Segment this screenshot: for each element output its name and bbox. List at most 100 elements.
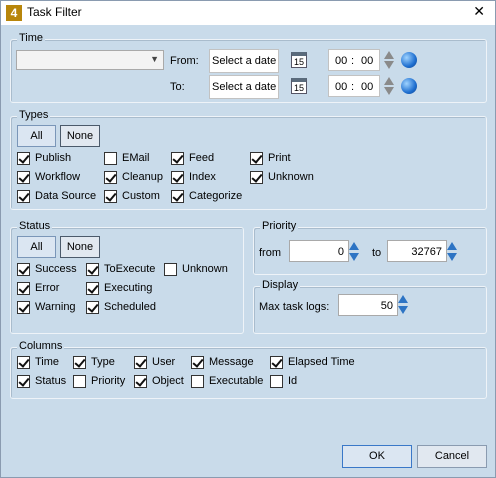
- task-filter-dialog: 4 Task Filter ✕ Time ▼ From: Select a da…: [0, 0, 496, 478]
- checkbox-label: Scheduled: [104, 301, 156, 313]
- to-hour[interactable]: 00: [335, 81, 347, 93]
- to-minute[interactable]: 00: [361, 81, 373, 93]
- status-group-label: Status: [17, 220, 53, 232]
- from-minute[interactable]: 00: [361, 55, 373, 67]
- types-all-button[interactable]: All: [17, 125, 56, 147]
- time-range-dropdown[interactable]: ▼: [16, 50, 164, 70]
- checkbox-square[interactable]: [171, 171, 184, 184]
- from-time-spinner[interactable]: [384, 49, 394, 71]
- checkbox-square[interactable]: [17, 356, 30, 369]
- from-calendar-icon[interactable]: 15: [291, 52, 307, 68]
- checkbox-label: Success: [35, 263, 77, 275]
- checkbox-square[interactable]: [134, 375, 147, 388]
- spinner-up-icon[interactable]: [349, 242, 359, 250]
- types-none-button[interactable]: None: [60, 125, 100, 147]
- spinner-down-icon[interactable]: [398, 306, 408, 314]
- checkbox-square[interactable]: [17, 190, 30, 203]
- checkbox-label: Custom: [122, 190, 160, 202]
- priority-to-field[interactable]: 32767: [387, 240, 447, 262]
- from-time-field[interactable]: 00 : 00: [328, 49, 380, 71]
- max-task-logs-label: Max task logs:: [259, 301, 330, 313]
- to-time-field[interactable]: 00 : 00: [328, 75, 380, 97]
- status-all-button[interactable]: All: [17, 236, 56, 258]
- spinner-down-icon[interactable]: [349, 253, 359, 261]
- spinner-down-icon[interactable]: [447, 253, 457, 261]
- spinner-up-icon[interactable]: [384, 77, 394, 85]
- ok-button[interactable]: OK: [342, 445, 412, 468]
- checkbox-square[interactable]: [171, 190, 184, 203]
- checkbox-label: User: [152, 356, 176, 368]
- checkbox-square[interactable]: [164, 263, 177, 276]
- display-group-label: Display: [260, 279, 301, 291]
- checkbox-square[interactable]: [191, 375, 204, 388]
- to-timezone-globe-icon[interactable]: [401, 78, 417, 94]
- checkbox-label: Priority: [91, 375, 126, 387]
- checkbox-square[interactable]: [17, 152, 30, 165]
- to-time-spinner[interactable]: [384, 75, 394, 97]
- app-logo-icon: 4: [6, 5, 22, 21]
- checkbox-label: Index: [189, 171, 216, 183]
- checkbox-label: Time: [35, 356, 60, 368]
- checkbox-label: ToExecute: [104, 263, 156, 275]
- priority-to-spinner[interactable]: [447, 242, 457, 262]
- checkbox-square[interactable]: [17, 263, 30, 276]
- spinner-up-icon[interactable]: [384, 51, 394, 59]
- checkbox-square[interactable]: [104, 190, 117, 203]
- priority-group-label: Priority: [260, 220, 299, 232]
- checkbox-square[interactable]: [134, 356, 147, 369]
- from-date-field[interactable]: Select a date: [209, 49, 279, 73]
- from-label: From:: [170, 55, 199, 67]
- checkbox-label: Unknown: [182, 263, 228, 275]
- priority-from-label: from: [259, 247, 281, 259]
- time-separator: :: [351, 81, 355, 93]
- checkbox-label: Data Source: [35, 190, 97, 202]
- checkbox-label: Print: [268, 152, 291, 164]
- spinner-down-icon[interactable]: [384, 61, 394, 69]
- checkbox-square[interactable]: [17, 301, 30, 314]
- checkbox-square[interactable]: [73, 356, 86, 369]
- checkbox-label: Error: [35, 282, 60, 294]
- checkbox-square[interactable]: [270, 375, 283, 388]
- checkbox-square[interactable]: [86, 282, 99, 295]
- spinner-up-icon[interactable]: [447, 242, 457, 250]
- checkbox-square[interactable]: [17, 282, 30, 295]
- checkbox-square[interactable]: [191, 356, 204, 369]
- from-hour[interactable]: 00: [335, 55, 347, 67]
- checkbox-label: Status: [35, 375, 67, 387]
- from-timezone-globe-icon[interactable]: [401, 52, 417, 68]
- checkbox-square[interactable]: [17, 375, 30, 388]
- checkbox-square[interactable]: [17, 171, 30, 184]
- priority-from-spinner[interactable]: [349, 242, 359, 262]
- to-calendar-icon[interactable]: 15: [291, 78, 307, 94]
- checkbox-square[interactable]: [250, 152, 263, 165]
- checkbox-label: Feed: [189, 152, 215, 164]
- checkbox-square[interactable]: [171, 152, 184, 165]
- checkbox-square[interactable]: [86, 263, 99, 276]
- title-bar: 4 Task Filter ✕: [1, 1, 495, 25]
- to-date-field[interactable]: Select a date: [209, 75, 279, 99]
- max-task-logs-spinner[interactable]: [398, 295, 408, 315]
- types-group-label: Types: [17, 109, 51, 121]
- checkbox-square[interactable]: [270, 356, 283, 369]
- checkbox-square[interactable]: [104, 171, 117, 184]
- time-separator: :: [351, 55, 355, 67]
- status-none-button[interactable]: None: [60, 236, 100, 258]
- checkbox-square[interactable]: [73, 375, 86, 388]
- checkbox-square[interactable]: [104, 152, 117, 165]
- checkbox-label: Object: [152, 375, 184, 387]
- checkbox-label: Warning: [35, 301, 76, 313]
- checkbox-label: EMail: [122, 152, 150, 164]
- spinner-up-icon[interactable]: [398, 295, 408, 303]
- checkbox-square[interactable]: [86, 301, 99, 314]
- cancel-button[interactable]: Cancel: [417, 445, 487, 468]
- close-icon[interactable]: ✕: [473, 3, 485, 20]
- checkbox-label: Unknown: [268, 171, 314, 183]
- checkbox-label: Categorize: [189, 190, 243, 202]
- checkbox-square[interactable]: [250, 171, 263, 184]
- checkbox-label: Workflow: [35, 171, 81, 183]
- priority-from-field[interactable]: 0: [289, 240, 349, 262]
- checkbox-label: Id: [288, 375, 298, 387]
- max-task-logs-field[interactable]: 50: [338, 294, 398, 316]
- checkbox-label: Executing: [104, 282, 153, 294]
- spinner-down-icon[interactable]: [384, 87, 394, 95]
